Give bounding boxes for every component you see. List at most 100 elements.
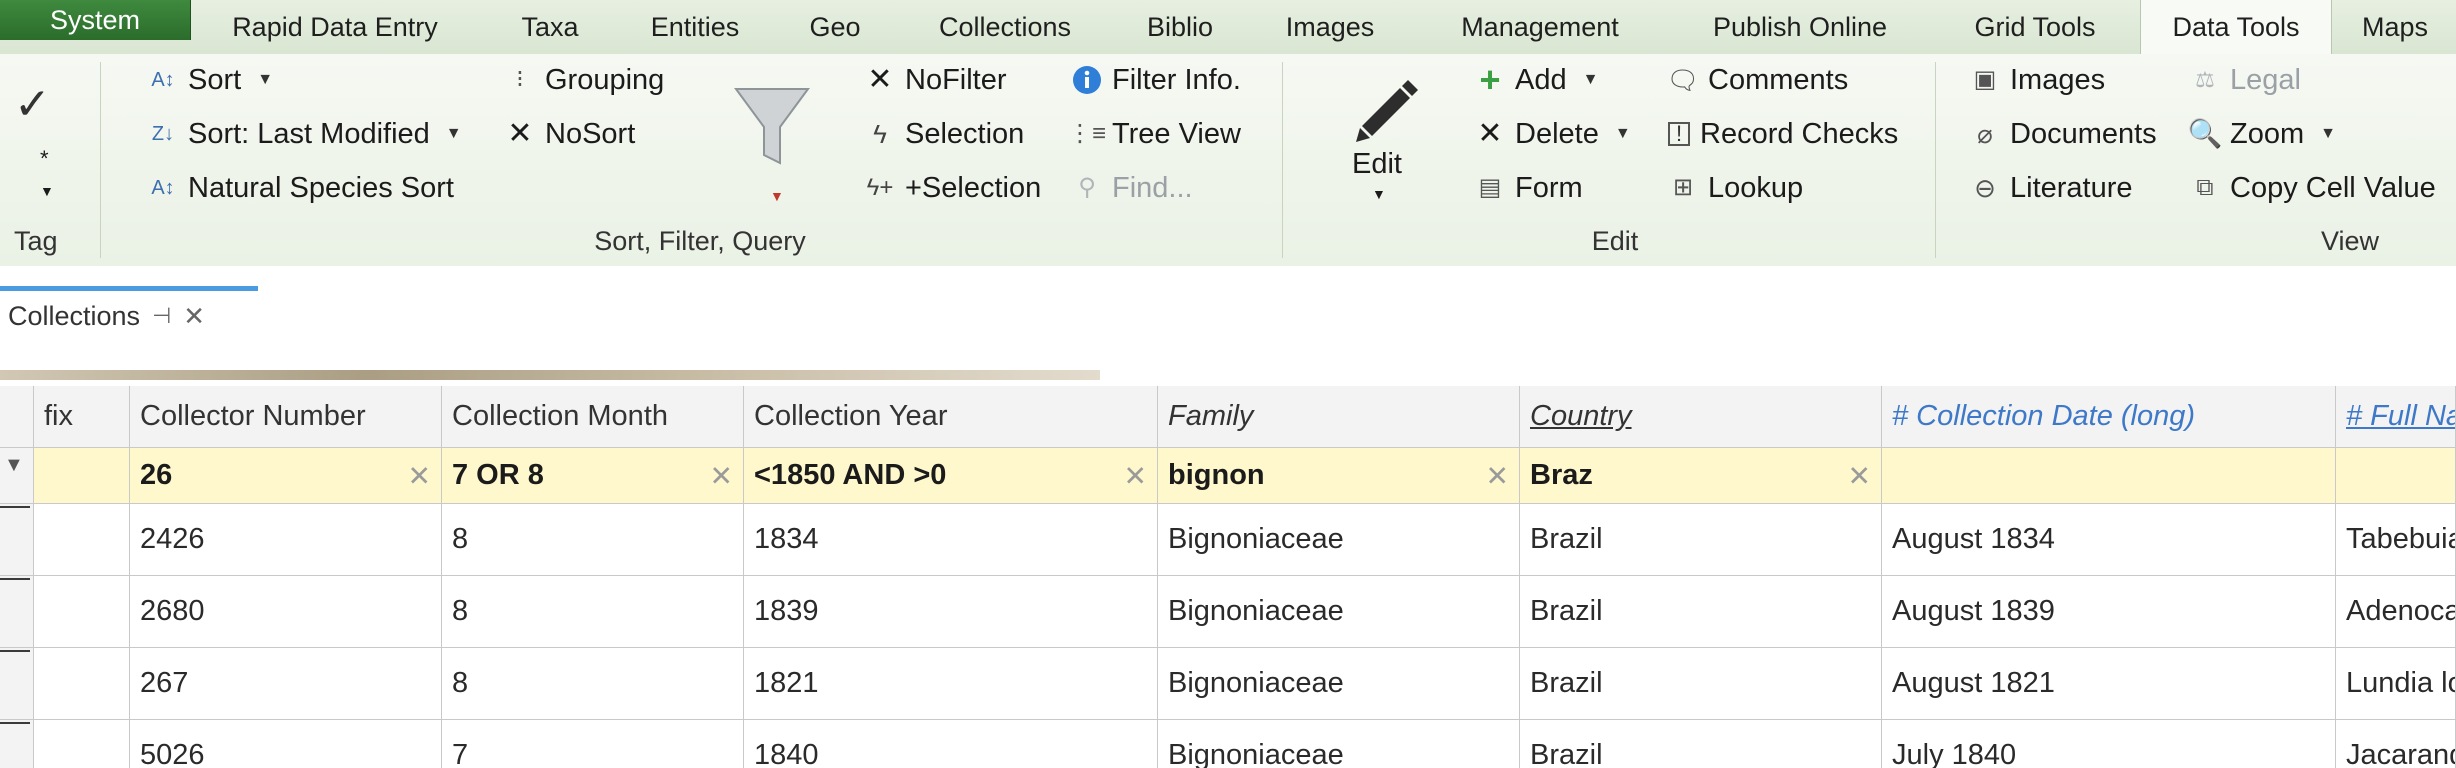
close-icon[interactable]: ✕ [183, 301, 205, 332]
filter-cell-family[interactable]: bignon ✕ [1158, 448, 1520, 504]
sort-button[interactable]: A↕ Sort ▼ [148, 58, 273, 102]
pin-icon[interactable]: ⊣ [152, 303, 171, 329]
plus-selection-button[interactable]: ϟ+ +Selection [865, 166, 1042, 210]
filter-cell-country[interactable]: Braz ✕ [1520, 448, 1882, 504]
table-row[interactable]: 5026 7 1840 Bignoniaceae Brazil July 1840 Jaca… [0, 720, 2456, 768]
tag-button[interactable]: ✓ [14, 76, 51, 132]
cell-collection-date-long[interactable]: August 1821 [1882, 648, 2336, 720]
cell-family[interactable]: Bignoniaceae [1158, 648, 1520, 720]
tab-collections[interactable]: Collections [915, 0, 1095, 54]
column-header-full-name[interactable]: # Full Na [2336, 386, 2456, 448]
zoom-button[interactable]: 🔍 Zoom ▼ [2188, 112, 2336, 156]
column-header-family[interactable]: Family [1158, 386, 1520, 448]
cell-collector-number[interactable]: 5026 [130, 720, 442, 768]
document-tab-collections[interactable]: Collections ⊣ ✕ [0, 286, 205, 346]
cell-collection-year[interactable]: 1834 [744, 504, 1158, 576]
cell-prefix[interactable] [34, 648, 130, 720]
cell-collection-month[interactable]: 7 [442, 720, 744, 768]
documents-button[interactable]: ⌀ Documents [1970, 112, 2157, 156]
natural-species-sort-button[interactable]: A↕ Natural Species Sort [148, 166, 454, 210]
cell-family[interactable]: Bignoniaceae [1158, 504, 1520, 576]
cell-prefix[interactable] [34, 576, 130, 648]
nosort-button[interactable]: ✕ NoSort [505, 112, 635, 156]
tab-rapid-data-entry[interactable]: Rapid Data Entry [210, 0, 460, 54]
cell-collector-number[interactable]: 2426 [130, 504, 442, 576]
clear-filter-icon[interactable]: ✕ [1486, 459, 1509, 492]
table-row[interactable]: 2680 8 1839 Bignoniaceae Brazil August 1839 Ad… [0, 576, 2456, 648]
row-selector[interactable] [0, 720, 34, 768]
sort-last-modified-button[interactable]: Z↓ Sort: Last Modified ▼ [148, 112, 462, 156]
copy-cell-value-button[interactable]: ⧉ Copy Cell Value [2190, 166, 2435, 210]
cell-collection-year[interactable]: 1821 [744, 648, 1158, 720]
clear-filter-icon[interactable]: ✕ [1848, 459, 1871, 492]
nofilter-button[interactable]: ✕ NoFilter [865, 58, 1006, 102]
column-header-collection-date-long[interactable]: # Collection Date (long) [1882, 386, 2336, 448]
selection-button[interactable]: ϟ Selection [865, 112, 1024, 156]
edit-dropdown-icon[interactable]: ▼ [1372, 182, 1386, 206]
row-selector[interactable] [0, 504, 34, 576]
row-selector-header[interactable] [0, 386, 34, 448]
column-header-collection-year[interactable]: Collection Year [744, 386, 1158, 448]
images-button[interactable]: ▣ Images [1970, 58, 2105, 102]
cell-collection-year[interactable]: 1840 [744, 720, 1158, 768]
edit-big-button[interactable] [1330, 62, 1440, 152]
tab-taxa[interactable]: Taxa [500, 0, 600, 54]
form-button[interactable]: ▤ Form [1475, 166, 1583, 210]
clear-filter-icon[interactable]: ✕ [1124, 459, 1147, 492]
table-row[interactable]: 267 8 1821 Bignoniaceae Brazil August 1821 Lun… [0, 648, 2456, 720]
cell-country[interactable]: Brazil [1520, 648, 1882, 720]
filter-cell-collector-number[interactable]: 26 ✕ [130, 448, 442, 504]
clear-filter-icon[interactable]: ✕ [710, 459, 733, 492]
filter-cell-collection-year[interactable]: <1850 AND >0 ✕ [744, 448, 1158, 504]
filter-info-button[interactable]: Filter Info. [1072, 58, 1241, 102]
tab-publish-online[interactable]: Publish Online [1690, 0, 1910, 54]
cell-collector-number[interactable]: 267 [130, 648, 442, 720]
tree-view-button[interactable]: ⋮≡ Tree View [1068, 112, 1241, 156]
cell-prefix[interactable] [34, 720, 130, 768]
tab-biblio[interactable]: Biblio [1130, 0, 1230, 54]
literature-button[interactable]: ⊖ Literature [1970, 166, 2132, 210]
comments-button[interactable]: 🗨 Comments [1667, 58, 1849, 102]
filter-cell-collection-month[interactable]: 7 OR 8 ✕ [442, 448, 744, 504]
row-selector[interactable] [0, 648, 34, 720]
cell-country[interactable]: Brazil [1520, 504, 1882, 576]
cell-full-name[interactable]: Lundia lo [2336, 648, 2456, 720]
filter-cell-prefix[interactable] [34, 448, 130, 504]
grouping-button[interactable]: ⁝ Grouping [505, 58, 664, 102]
find-button[interactable]: ⚲ Find... [1072, 166, 1192, 210]
tab-geo[interactable]: Geo [795, 0, 875, 54]
tab-maps[interactable]: Maps [2345, 0, 2445, 54]
row-selector[interactable] [0, 576, 34, 648]
column-header-country[interactable]: Country [1520, 386, 1882, 448]
cell-country[interactable]: Brazil [1520, 720, 1882, 768]
cell-collector-number[interactable]: 2680 [130, 576, 442, 648]
cell-full-name[interactable]: Adenoca [2336, 576, 2456, 648]
record-checks-button[interactable]: ! Record Checks [1668, 112, 1898, 156]
cell-collection-month[interactable]: 8 [442, 504, 744, 576]
lookup-button[interactable]: ⊞ Lookup [1668, 166, 1803, 210]
cell-prefix[interactable] [34, 504, 130, 576]
filter-cell-collection-date-long[interactable] [1882, 448, 2336, 504]
cell-collection-date-long[interactable]: July 1840 [1882, 720, 2336, 768]
cell-collection-month[interactable]: 8 [442, 576, 744, 648]
table-row[interactable]: 2426 8 1834 Bignoniaceae Brazil August 1834 Ta… [0, 504, 2456, 576]
column-header-collection-month[interactable]: Collection Month [442, 386, 744, 448]
filter-cell-full-name[interactable] [2336, 448, 2456, 504]
cell-collection-month[interactable]: 8 [442, 648, 744, 720]
cell-family[interactable]: Bignoniaceae [1158, 576, 1520, 648]
filter-funnel-button[interactable] [732, 68, 822, 188]
tab-entities[interactable]: Entities [630, 0, 760, 54]
cell-country[interactable]: Brazil [1520, 576, 1882, 648]
tab-system[interactable]: System [0, 0, 191, 40]
delete-button[interactable]: ✕ Delete ▼ [1475, 112, 1630, 156]
clear-filter-icon[interactable]: ✕ [408, 459, 431, 492]
funnel-dropdown-icon[interactable]: ▼ [770, 184, 784, 208]
cell-collection-year[interactable]: 1839 [744, 576, 1158, 648]
add-button[interactable]: + Add ▼ [1475, 58, 1598, 102]
tab-grid-tools[interactable]: Grid Tools [1950, 0, 2120, 54]
tab-images[interactable]: Images [1270, 0, 1390, 54]
cell-collection-date-long[interactable]: August 1834 [1882, 504, 2336, 576]
tag-dropdown-icon[interactable]: ▼ [40, 178, 54, 204]
column-header-collector-number[interactable]: Collector Number [130, 386, 442, 448]
column-header-prefix[interactable]: fix [34, 386, 130, 448]
